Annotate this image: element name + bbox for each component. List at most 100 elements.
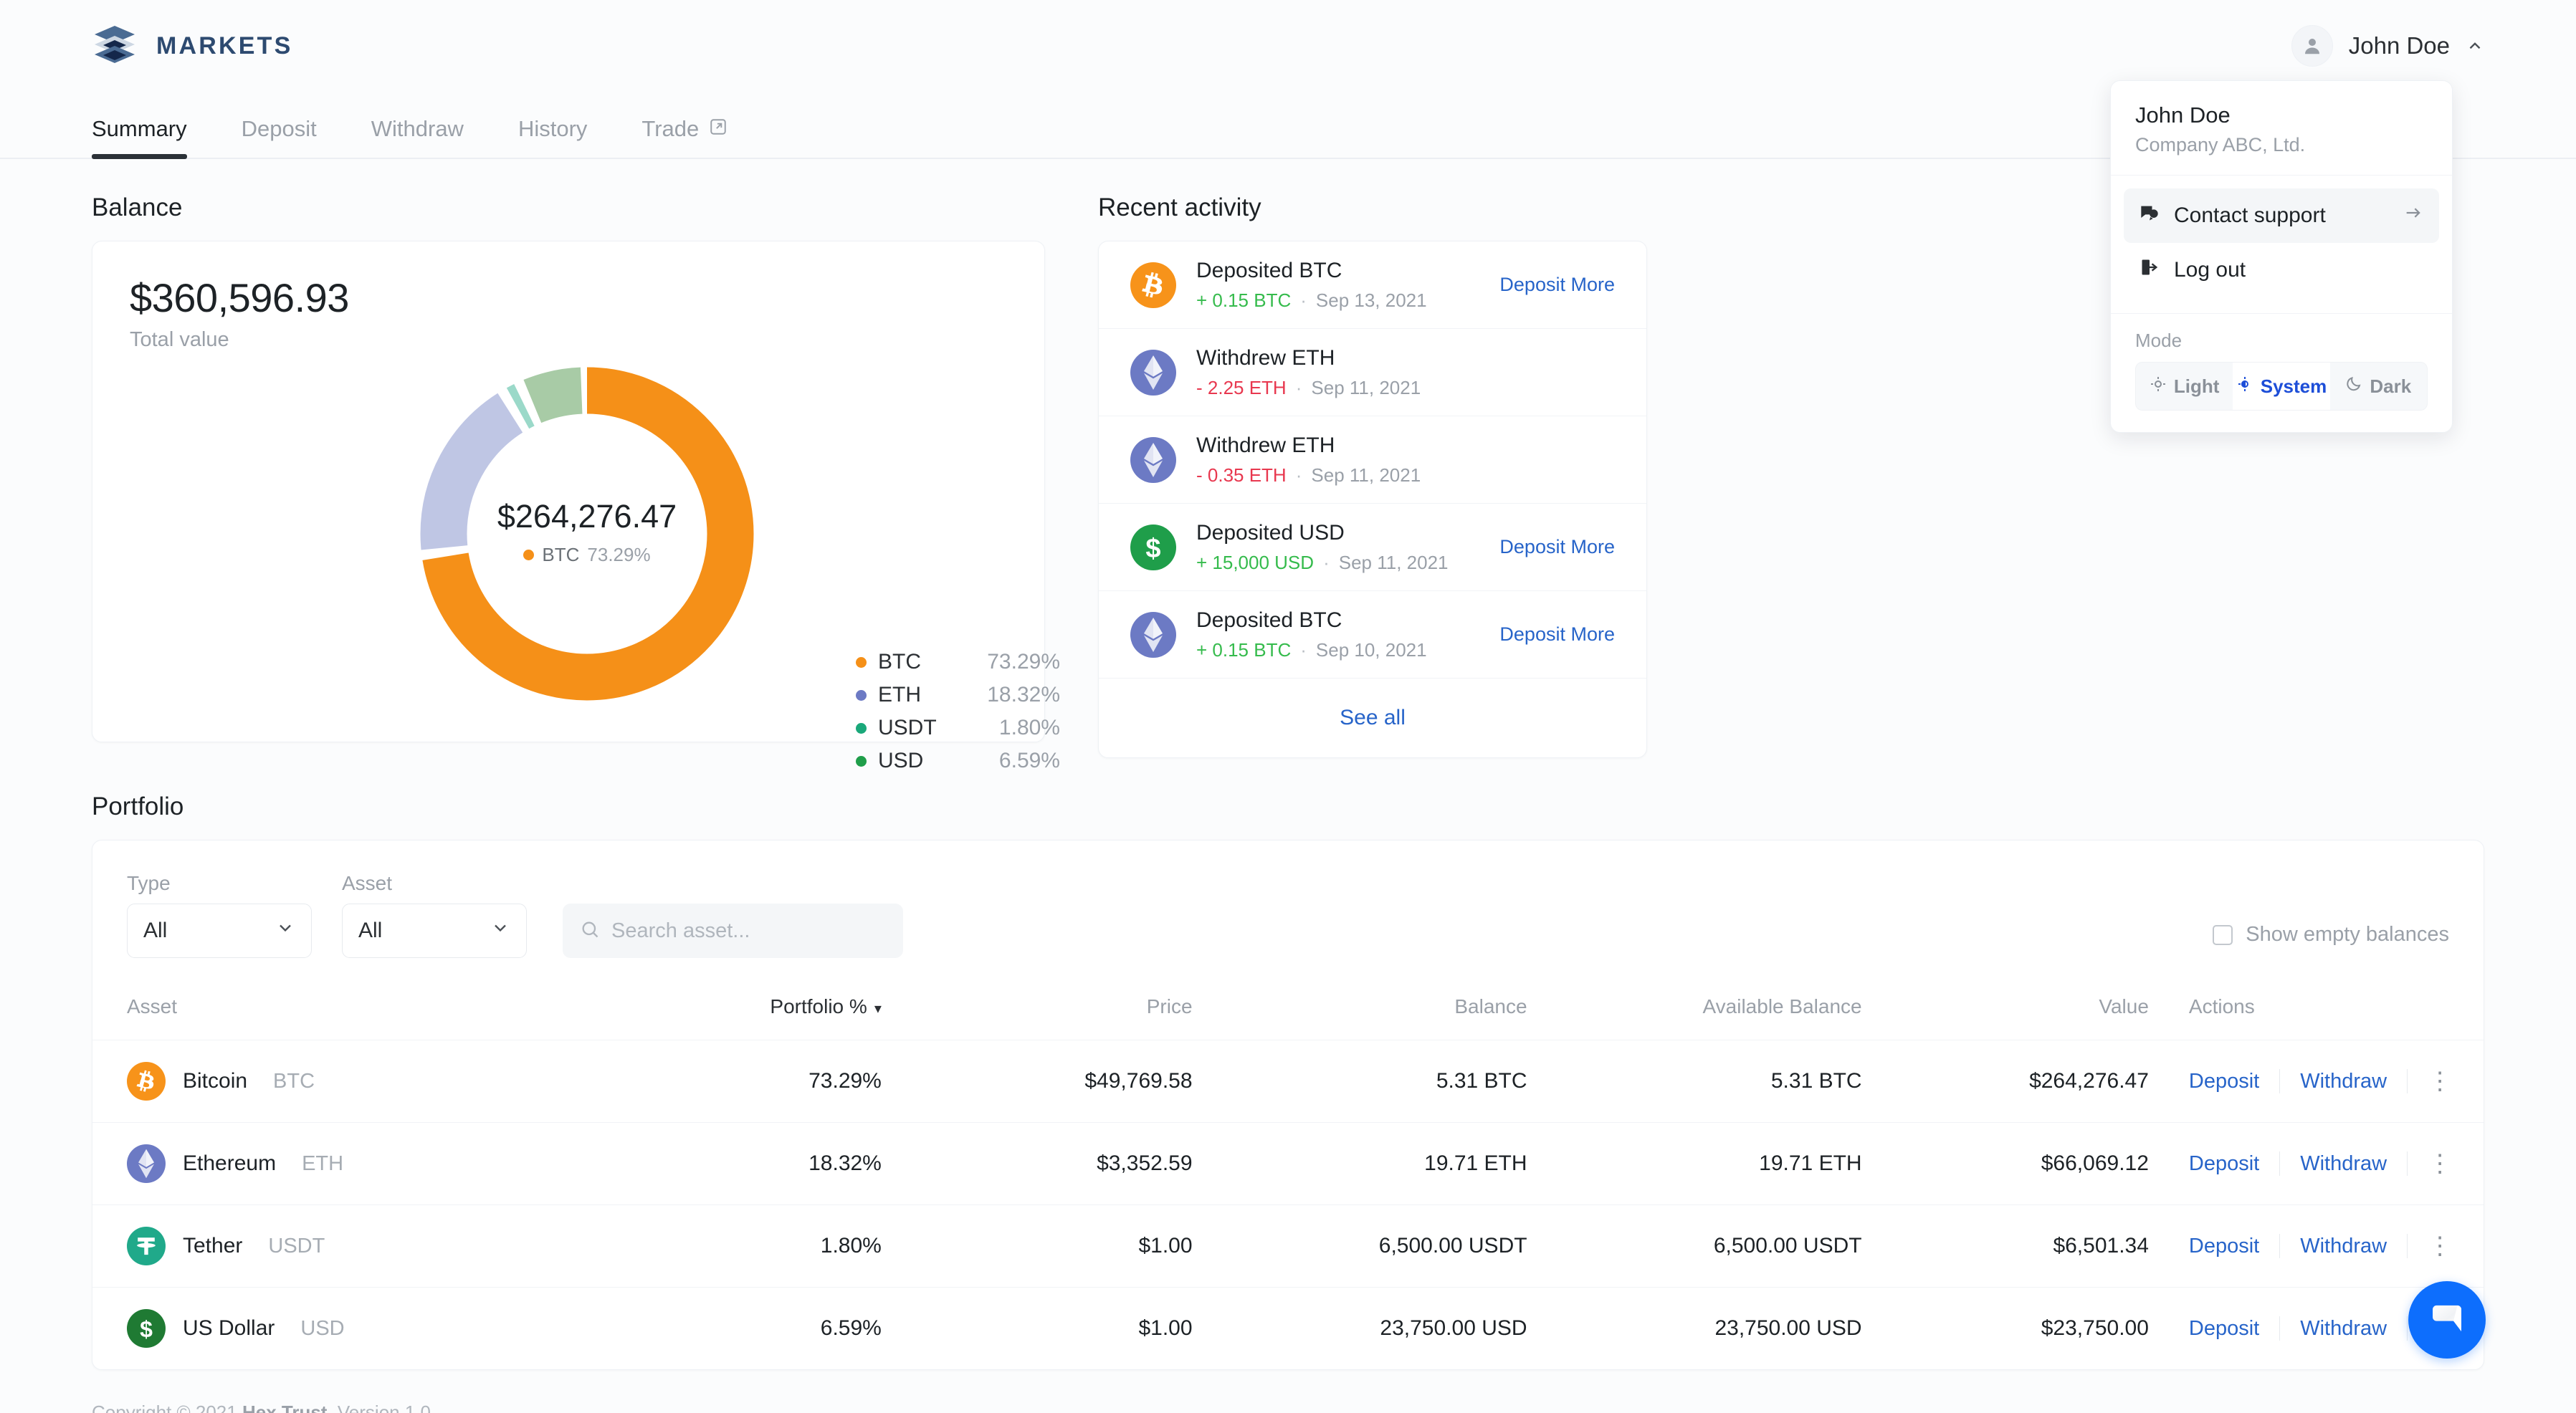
mode-light-label: Light [2173,375,2220,397]
tab-summary[interactable]: Summary [92,116,187,159]
table-row[interactable]: $ US Dollar USD 6.59% $1.00 23,750.00 US… [92,1287,2484,1369]
usd-icon: $ [1130,524,1176,570]
column-header-portfolio-pct[interactable]: Portfolio % ▾ [619,982,882,1040]
tab-trade[interactable]: Trade [641,116,728,158]
column-header-asset[interactable]: Asset [92,982,619,1040]
contact-support-menu-item[interactable]: Contact support [2124,188,2439,243]
search-input[interactable] [611,919,886,943]
activity-deposit-more-link[interactable]: Deposit More [1499,536,1615,558]
activity-row[interactable]: $ Deposited USD + 15,000 USD · Sep 11, 2… [1099,504,1646,591]
cell-available-balance: 6,500.00 USDT [1527,1204,1862,1288]
withdraw-button[interactable]: Withdraw [2280,1235,2407,1258]
chevron-up-icon[interactable] [2466,37,2484,55]
cell-balance: 23,750.00 USD [1192,1287,1527,1369]
stacked-diamonds-logo-icon [92,23,138,69]
portfolio-section-title: Portfolio [92,792,184,820]
footer-company: Hex Trust [242,1402,328,1413]
footer-copyright-prefix: Copyright © 2021 [92,1402,242,1413]
deposit-button[interactable]: Deposit [2189,1317,2279,1341]
cell-price: $3,352.59 [881,1122,1193,1205]
activity-amount: - 2.25 ETH [1196,376,1287,398]
tab-withdraw-label: Withdraw [371,116,464,141]
column-header-available-balance[interactable]: Available Balance [1527,982,1862,1040]
tab-deposit[interactable]: Deposit [242,116,317,158]
legend-pct-usd: 6.59% [998,749,1060,772]
mode-system-button[interactable]: System [2233,363,2330,410]
cell-actions: Deposit Withdraw ⋮ [2148,1040,2484,1123]
kebab-menu-icon[interactable]: ⋮ [2408,1151,2472,1176]
chat-support-button[interactable] [2408,1281,2486,1359]
asset-select-value: All [358,919,383,942]
svg-text:$: $ [140,1316,153,1342]
activity-row[interactable]: Deposited BTC + 0.15 BTC · Sep 10, 2021 … [1099,591,1646,679]
asset-filter: Asset All [342,872,527,958]
mode-system-label: System [2260,375,2327,397]
activity-date: Sep 13, 2021 [1315,289,1427,311]
user-name[interactable]: John Doe [2349,32,2450,59]
user-menu-dropdown: John Doe Company ABC, Ltd. Contact suppo… [2110,80,2453,433]
kebab-menu-icon[interactable]: ⋮ [2408,1233,2472,1258]
legend-dot-usdt-icon [856,722,867,734]
deposit-button[interactable]: Deposit [2189,1235,2279,1258]
table-row[interactable]: Bitcoin BTC 73.29% $49,769.58 5.31 BTC 5… [92,1040,2484,1123]
cell-available-balance: 23,750.00 USD [1527,1287,1862,1369]
cell-value: $66,069.12 [1861,1122,2149,1205]
withdraw-button[interactable]: Withdraw [2280,1317,2407,1341]
balance-donut-chart: $264,276.47 BTC 73.29% [408,355,766,713]
mode-light-button[interactable]: Light [2136,363,2233,410]
withdraw-button[interactable]: Withdraw [2280,1070,2407,1093]
legend-dot-eth-icon [856,689,867,701]
sort-caret-icon: ▾ [874,1001,882,1017]
asset-ticker: BTC [273,1069,315,1093]
activity-row[interactable]: Withdrew ETH - 0.35 ETH · Sep 11, 2021 [1099,416,1646,504]
sun-contrast-icon [2236,375,2253,398]
show-empty-balances-checkbox[interactable] [2213,924,2233,945]
activity-deposit-more-link[interactable]: Deposit More [1499,623,1615,646]
legend-item-usdt: USDT 1.80% [856,716,1060,740]
show-empty-balances-toggle[interactable]: Show empty balances [2213,923,2449,958]
show-empty-balances-label: Show empty balances [2246,923,2449,946]
cell-price: $1.00 [881,1204,1193,1288]
activity-row[interactable]: Deposited BTC + 0.15 BTC · Sep 13, 2021 … [1099,241,1646,329]
type-select[interactable]: All [127,904,312,958]
cell-portfolio-pct: 6.59% [618,1287,882,1369]
activity-title: Withdrew ETH [1196,433,1335,457]
log-out-menu-item[interactable]: Log out [2124,243,2439,297]
table-row[interactable]: Ethereum ETH 18.32% $3,352.59 19.71 ETH … [92,1122,2484,1205]
cell-portfolio-pct: 1.80% [618,1204,882,1288]
column-header-balance[interactable]: Balance [1193,982,1527,1040]
user-menu-company: Company ABC, Ltd. [2135,134,2306,155]
brand-logo-link[interactable]: MARKETS [92,23,293,69]
cell-balance: 5.31 BTC [1192,1040,1527,1123]
see-all-link[interactable]: See all [1099,679,1646,757]
withdraw-button[interactable]: Withdraw [2280,1152,2407,1176]
deposit-button[interactable]: Deposit [2189,1070,2279,1093]
table-row[interactable]: Tether USDT 1.80% $1.00 6,500.00 USDT 6,… [92,1204,2484,1288]
cell-asset: $ US Dollar USD [92,1287,619,1369]
tab-withdraw[interactable]: Withdraw [371,116,464,158]
column-header-price[interactable]: Price [882,982,1193,1040]
search-asset-box[interactable] [563,904,903,958]
activity-deposit-more-link[interactable]: Deposit More [1499,274,1615,296]
asset-ticker: USDT [268,1234,325,1258]
footer: Copyright © 2021 Hex Trust. Version 1.0. [0,1370,2576,1413]
activity-row[interactable]: Withdrew ETH - 2.25 ETH · Sep 11, 2021 [1099,329,1646,416]
balance-section-title: Balance [92,193,183,221]
asset-select[interactable]: All [342,904,527,958]
deposit-button[interactable]: Deposit [2189,1152,2279,1176]
legend-item-btc: BTC 73.29% [856,650,1060,674]
activity-date: Sep 11, 2021 [1338,551,1449,573]
tab-history[interactable]: History [518,116,587,158]
kebab-menu-icon[interactable]: ⋮ [2408,1068,2472,1093]
avatar[interactable] [2291,25,2333,67]
legend-item-usd: USD 6.59% [856,749,1060,773]
usd-icon: $ [127,1309,166,1348]
cell-portfolio-pct: 18.32% [618,1122,882,1205]
log-out-label: Log out [2174,258,2246,282]
legend-dot-btc-icon [856,656,867,668]
mode-dark-button[interactable]: Dark [2330,363,2427,410]
legend-dot-usd-icon [856,755,867,767]
legend-pct-eth: 18.32% [987,683,1060,706]
column-header-value[interactable]: Value [1862,982,2149,1040]
ethereum-icon [1130,611,1176,658]
